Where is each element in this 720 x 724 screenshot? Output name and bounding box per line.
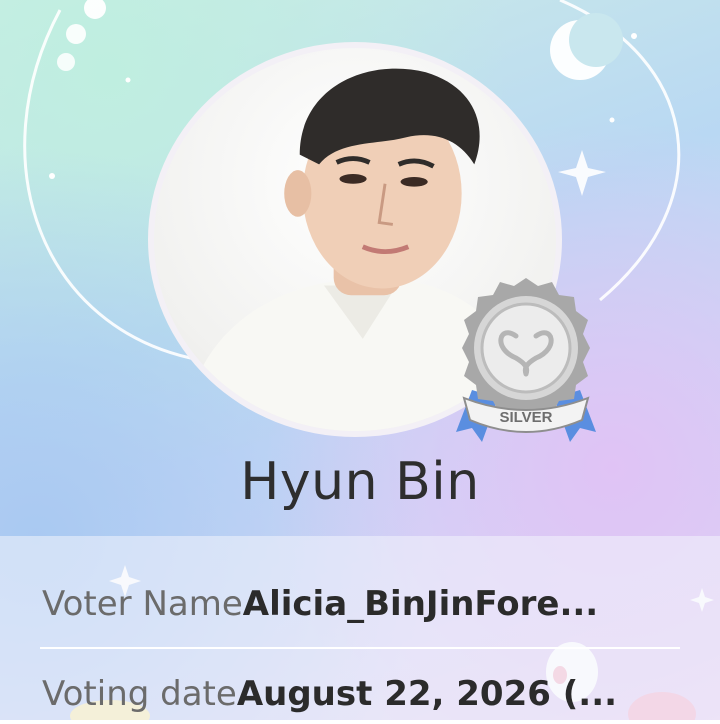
idol-name: Hyun Bin xyxy=(240,452,480,512)
voting-date-row: Voting date August 22, 2026 (... xyxy=(42,664,680,724)
badge-label: SILVER xyxy=(499,409,552,426)
voting-date-value: August 22, 2026 (... xyxy=(236,674,618,714)
voter-name-value: Alicia_BinJinFore... xyxy=(242,584,599,624)
divider xyxy=(40,647,680,649)
voter-name-row: Voter Name Alicia_BinJinFore... xyxy=(42,574,680,634)
voting-date-label: Voting date xyxy=(42,674,237,714)
voter-name-label: Voter Name xyxy=(42,584,243,624)
silver-badge: SILVER xyxy=(456,278,596,442)
